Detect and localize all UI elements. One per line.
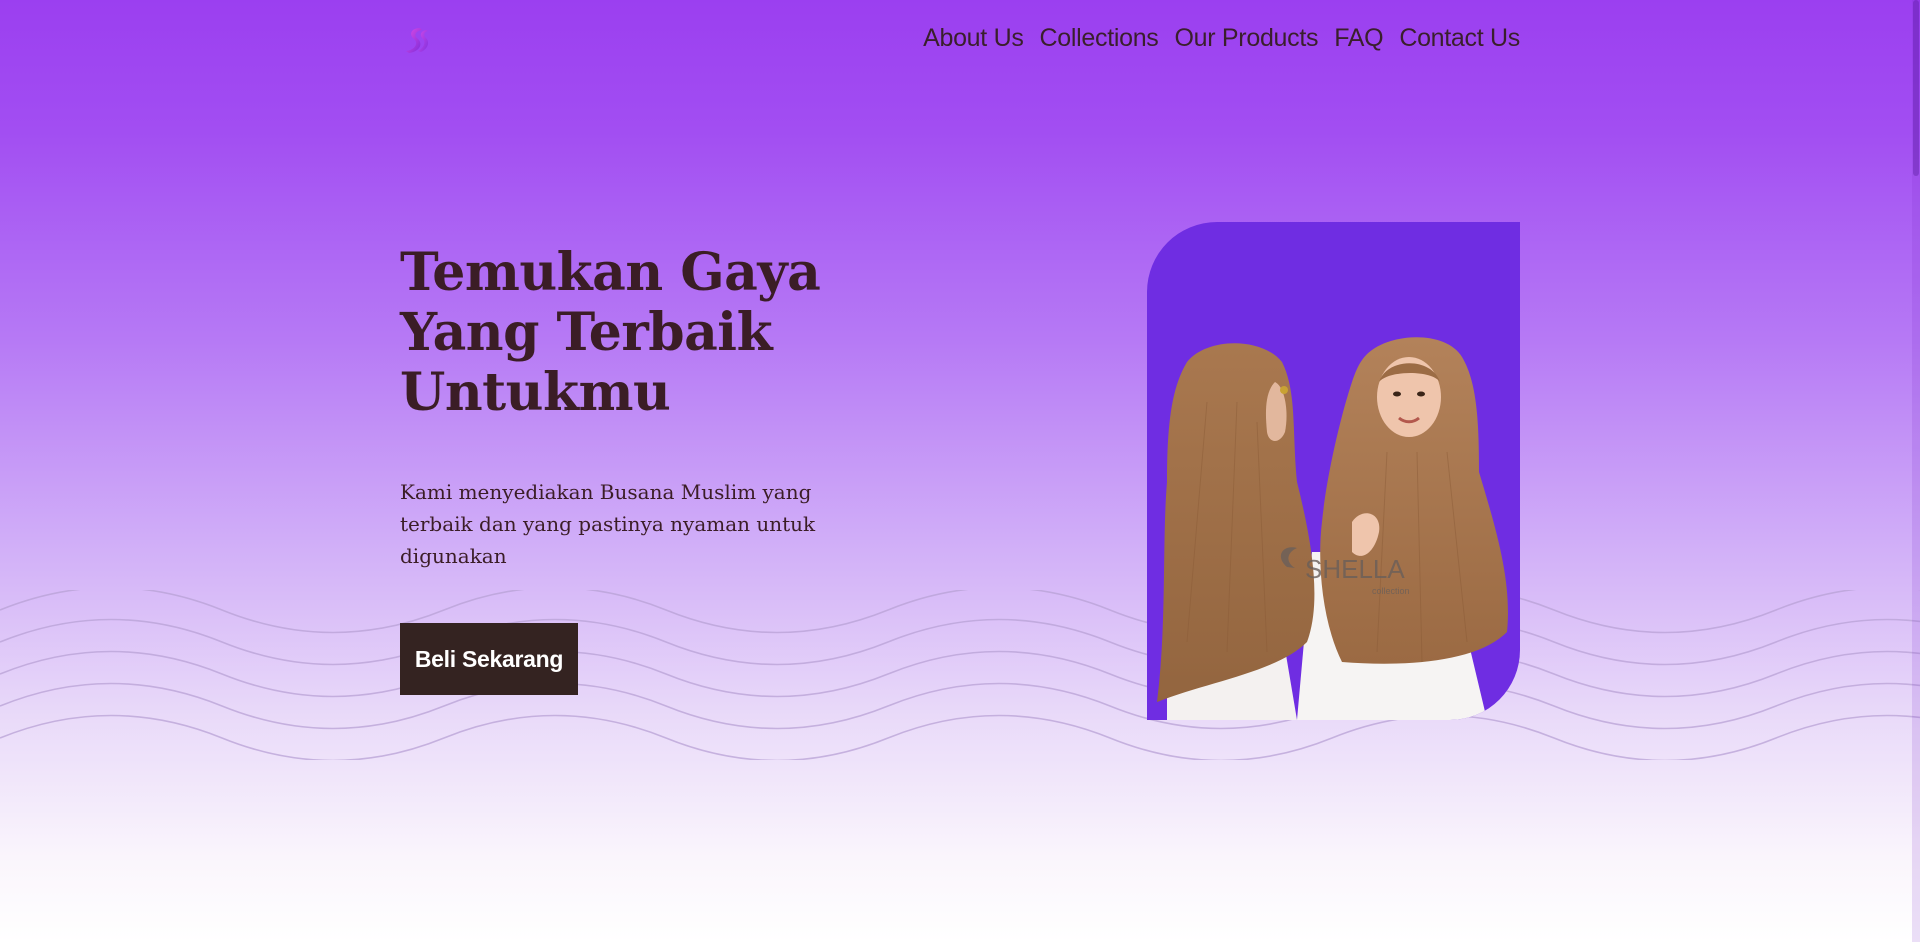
brand-watermark: SHELLA <box>1305 554 1405 584</box>
hero-subtitle-line: Kami menyediakan Busana Muslim yang <box>400 480 812 504</box>
hero-product-image: SHELLA collection <box>1147 222 1520 720</box>
hero-subtitle-line: terbaik dan yang pastinya nyaman untuk <box>400 512 816 536</box>
hero-subtitle: Kami menyediakan Busana Muslim yang terb… <box>400 476 840 572</box>
page-scrollbar[interactable] <box>1912 0 1920 942</box>
hero-title: Temukan Gaya Yang Terbaik Untukmu <box>400 243 860 423</box>
hero-title-line: Temukan Gaya <box>400 242 821 303</box>
hero-title-line: Untukmu <box>400 362 671 423</box>
brand-watermark-sub: collection <box>1372 586 1410 596</box>
swirl-s-logo-icon[interactable] <box>400 24 432 56</box>
nav-contact-us[interactable]: Contact Us <box>1399 22 1520 54</box>
hero-title-line: Yang Terbaik <box>400 302 773 363</box>
main-nav: About Us Collections Our Products FAQ Co… <box>923 22 1520 54</box>
nav-our-products[interactable]: Our Products <box>1175 22 1319 54</box>
buy-now-button[interactable]: Beli Sekarang <box>400 623 578 695</box>
nav-collections[interactable]: Collections <box>1040 22 1159 54</box>
nav-faq[interactable]: FAQ <box>1334 22 1383 54</box>
scrollbar-thumb[interactable] <box>1913 0 1919 176</box>
nav-about-us[interactable]: About Us <box>923 22 1024 54</box>
decorative-wave-lines <box>0 590 1920 760</box>
top-navigation-bar: About Us Collections Our Products FAQ Co… <box>0 0 1920 80</box>
hero-subtitle-line: digunakan <box>400 544 507 568</box>
